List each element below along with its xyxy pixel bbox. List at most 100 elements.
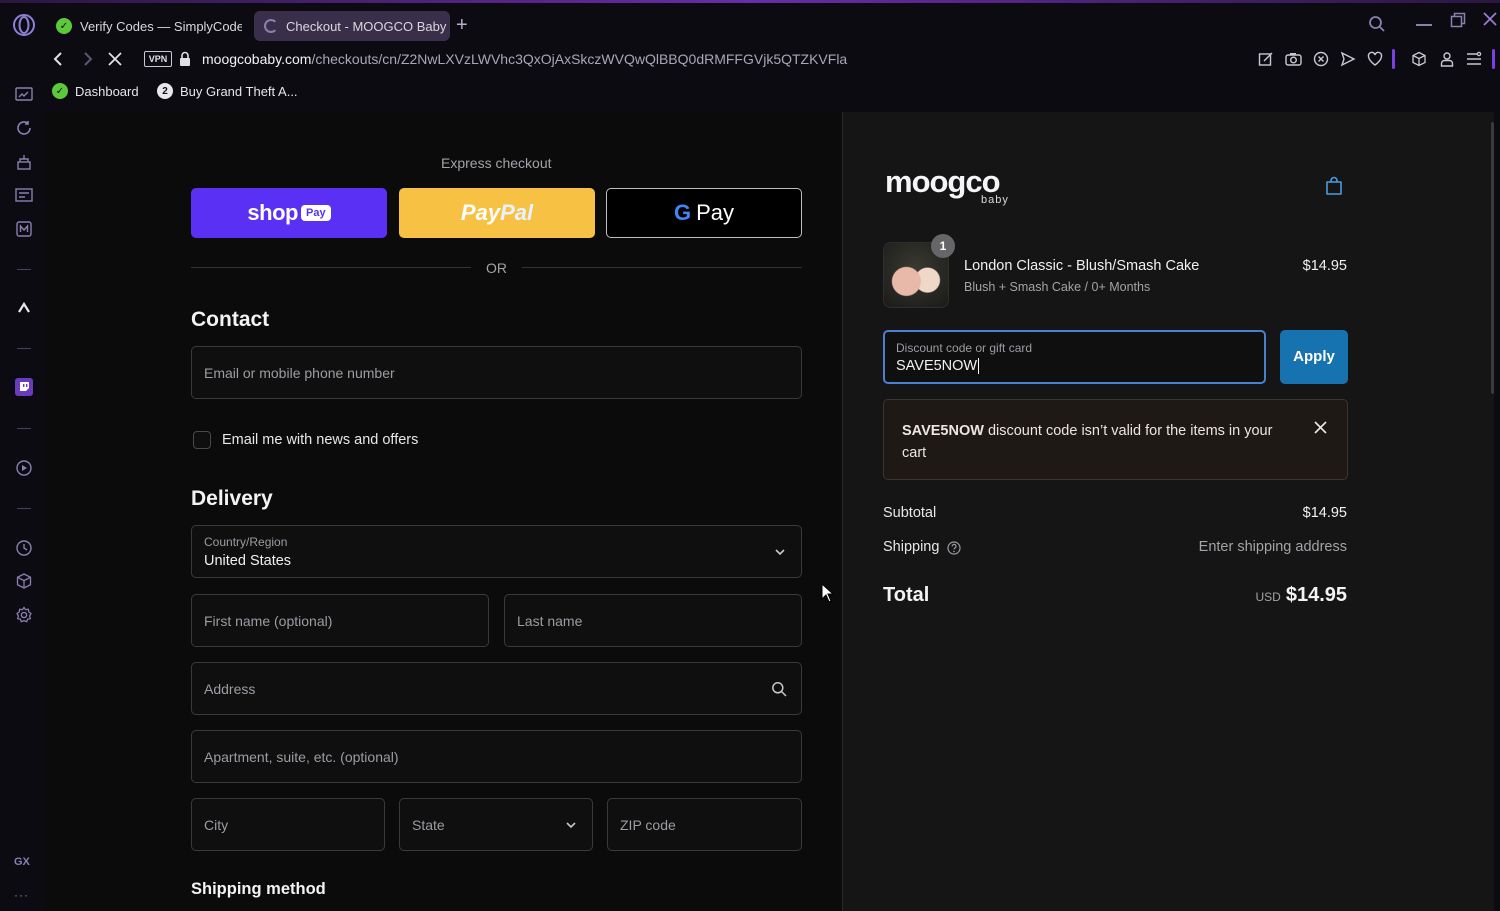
- simplycodes-favicon-icon: ✓: [56, 18, 72, 34]
- first-name-field[interactable]: First name (optional): [191, 594, 489, 647]
- tab-checkout[interactable]: Checkout - MOOGCO Baby: [254, 11, 450, 41]
- apply-button[interactable]: Apply: [1280, 330, 1348, 384]
- easy-setup-menu-icon[interactable]: [1466, 51, 1482, 67]
- close-window-icon[interactable]: [1482, 11, 1498, 27]
- shipping-method-heading: Shipping method: [191, 880, 326, 898]
- new-tab-plus-icon[interactable]: +: [456, 15, 474, 35]
- sidebar-more-icon[interactable]: ···: [14, 888, 29, 902]
- newsletter-label[interactable]: Email me with news and offers: [222, 432, 418, 448]
- tab-title: Verify Codes — SimplyCodes: [80, 18, 242, 34]
- product-variant: Blush + Smash Cake / 0+ Months: [964, 280, 1151, 294]
- opera-gx-logo-icon[interactable]: [12, 13, 36, 37]
- subtotal-label: Subtotal: [883, 505, 937, 521]
- gx-control-icon[interactable]: [14, 118, 34, 138]
- help-circle-icon[interactable]: [947, 541, 961, 555]
- total-value: $14.95: [1285, 584, 1347, 606]
- url-text[interactable]: moogcobaby.com/checkouts/cn/Z2NwLXVzLWVh…: [202, 51, 847, 67]
- google-g-icon: G: [673, 200, 692, 225]
- bookmark-label: Buy Grand Theft A...: [180, 83, 298, 99]
- chevron-down-icon: [775, 548, 785, 555]
- restore-icon[interactable]: [1450, 12, 1466, 28]
- subtotal-value: $14.95: [1302, 505, 1347, 521]
- gx-corner-icon[interactable]: [14, 84, 34, 104]
- shipping-label: Shipping: [883, 539, 940, 555]
- minimize-icon[interactable]: [1416, 24, 1432, 26]
- heart-icon[interactable]: [1367, 51, 1383, 67]
- moogco-logo[interactable]: moogco baby: [885, 164, 1008, 206]
- delivery-heading: Delivery: [191, 487, 273, 510]
- player-icon[interactable]: [14, 185, 34, 205]
- address-placeholder: Address: [204, 680, 256, 697]
- country-value: United States: [204, 553, 292, 569]
- checkout-page: Express checkout shop Pay Pay Pal G Pay O…: [46, 112, 1494, 911]
- product-price: $14.95: [1302, 258, 1347, 274]
- shipping-value: Enter shipping address: [1198, 539, 1347, 555]
- first-name-placeholder: First name (optional): [204, 612, 333, 629]
- city-field[interactable]: City: [191, 798, 385, 851]
- bookmark-label: Dashboard: [75, 83, 139, 99]
- state-select[interactable]: State: [399, 798, 593, 851]
- express-checkout-label: Express checkout: [441, 155, 552, 171]
- zip-field[interactable]: ZIP code: [607, 798, 802, 851]
- google-pay-text: Pay: [696, 200, 735, 225]
- bookmark-dashboard[interactable]: ✓ Dashboard: [52, 83, 139, 99]
- quantity-badge: 1: [931, 234, 955, 258]
- gx-cleaner-icon[interactable]: [14, 152, 34, 172]
- address-bar: VPN moogcobaby.com/checkouts/cn/Z2NwLXVz…: [46, 44, 1500, 76]
- discount-code-input[interactable]: Discount code or gift card SAVE5NOW: [883, 330, 1266, 384]
- tab-verify-codes[interactable]: ✓ Verify Codes — SimplyCodes: [46, 11, 242, 41]
- shop-pay-badge: Pay: [300, 205, 331, 221]
- twitch-arrow-icon[interactable]: [14, 298, 34, 318]
- tab-title: Checkout - MOOGCO Baby: [286, 18, 447, 34]
- email-field[interactable]: Email or mobile phone number: [191, 346, 802, 399]
- music-player-icon[interactable]: [14, 458, 34, 478]
- extensions-icon[interactable]: [14, 571, 34, 591]
- product-name: London Classic - Blush/Smash Cake: [964, 258, 1200, 274]
- bookmarks-bar: ✓ Dashboard 2 Buy Grand Theft A...: [46, 78, 1500, 108]
- profile-icon[interactable]: [1439, 51, 1455, 67]
- back-icon[interactable]: [50, 51, 66, 67]
- newsletter-checkbox[interactable]: [193, 431, 211, 449]
- forward-icon[interactable]: [80, 51, 96, 67]
- paypal-button[interactable]: Pay Pal: [399, 188, 595, 238]
- simplycodes-favicon-icon: ✓: [52, 83, 68, 99]
- state-placeholder: State: [412, 816, 445, 833]
- apartment-field[interactable]: Apartment, suite, etc. (optional): [191, 730, 802, 783]
- send-icon[interactable]: [1340, 51, 1356, 67]
- address-field[interactable]: Address: [191, 662, 802, 715]
- contact-heading: Contact: [191, 308, 270, 331]
- dismiss-error-close-icon[interactable]: [1314, 421, 1327, 434]
- order-summary: moogco baby 1 London Classic - Blush/Sma…: [842, 112, 1494, 911]
- tab-search-icon[interactable]: [1368, 15, 1386, 33]
- messenger-m-icon[interactable]: [14, 219, 34, 239]
- vpn-badge[interactable]: VPN: [144, 51, 172, 67]
- total-label: Total: [883, 584, 930, 606]
- shop-pay-button[interactable]: shop Pay: [191, 188, 387, 238]
- country-select[interactable]: Country/Region United States: [191, 525, 802, 578]
- last-name-field[interactable]: Last name: [504, 594, 802, 647]
- adblock-icon[interactable]: [1313, 51, 1329, 67]
- twitch-icon[interactable]: [14, 377, 34, 397]
- lock-icon[interactable]: [179, 51, 191, 67]
- search-icon[interactable]: [771, 681, 787, 697]
- paypal-pay-text: Pay: [460, 200, 501, 225]
- google-pay-button[interactable]: G Pay: [606, 188, 802, 238]
- page-scrollbar[interactable]: [1491, 122, 1494, 394]
- logo-sub: baby: [981, 194, 1009, 206]
- or-divider-right: [522, 267, 802, 268]
- shopping-bag-icon[interactable]: [1325, 176, 1343, 196]
- settings-gear-icon[interactable]: [14, 605, 34, 625]
- snapshot-edit-icon[interactable]: [1258, 51, 1274, 67]
- camera-icon[interactable]: [1285, 51, 1302, 67]
- email-placeholder: Email or mobile phone number: [204, 364, 395, 381]
- extensions-cube-icon[interactable]: [1411, 51, 1427, 67]
- toolbar-divider: [1392, 49, 1395, 69]
- sidebar-accent-bar: [1492, 49, 1495, 69]
- discount-error-message: SAVE5NOW discount code isn’t valid for t…: [902, 420, 1292, 464]
- history-icon[interactable]: [14, 538, 34, 558]
- sidebar-separator: [17, 269, 31, 270]
- stop-loading-icon[interactable]: [108, 52, 122, 66]
- bookmark-gta[interactable]: 2 Buy Grand Theft A...: [157, 83, 298, 99]
- discount-value: SAVE5NOW: [896, 358, 980, 374]
- gx-label[interactable]: GX: [14, 856, 30, 868]
